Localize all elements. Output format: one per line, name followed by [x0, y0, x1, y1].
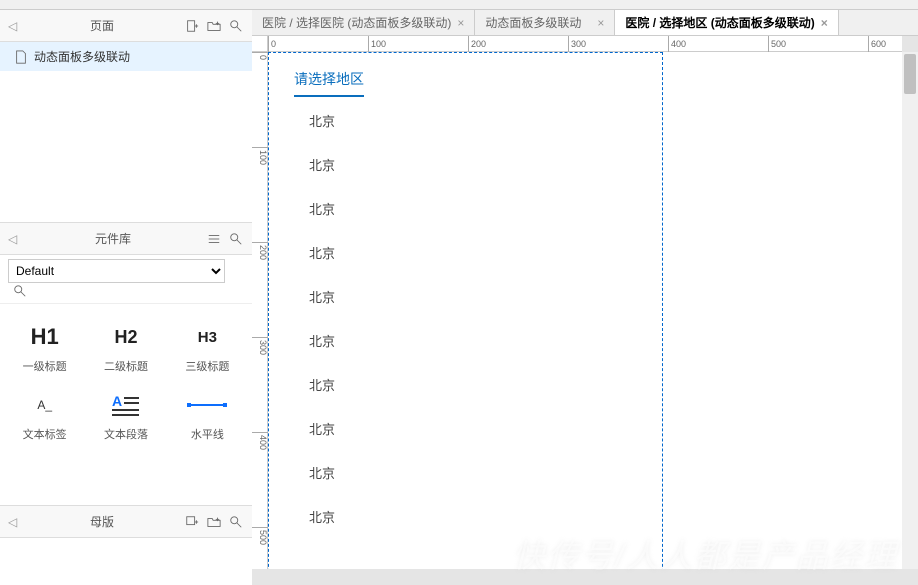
- ruler-tick: 0: [268, 36, 276, 52]
- ruler-tick: 0: [252, 52, 268, 60]
- ruler-corner: [252, 36, 268, 52]
- menu-icon[interactable]: [206, 231, 222, 247]
- widget-label: 水平线: [169, 426, 246, 442]
- ruler-tick: 400: [668, 36, 686, 52]
- search-icon[interactable]: [228, 514, 244, 530]
- region-list-item[interactable]: 北京: [309, 419, 335, 438]
- add-master-folder-icon[interactable]: [206, 514, 222, 530]
- ruler-tick: 100: [368, 36, 386, 52]
- region-list-item[interactable]: 北京: [309, 111, 335, 130]
- search-icon[interactable]: [228, 231, 244, 247]
- pages-panel-title: 页面: [20, 17, 184, 34]
- close-icon[interactable]: ×: [597, 16, 604, 30]
- add-page-icon[interactable]: [184, 18, 200, 34]
- tab-label: 动态面板多级联动: [485, 14, 581, 31]
- search-icon[interactable]: [12, 283, 28, 299]
- library-panel: ◁ 元件库 Default H1 一级标题H2 二级标题 H3 三级标题 A_ 文本标签 A 文…: [0, 222, 252, 505]
- ruler-tick: 300: [568, 36, 586, 52]
- library-selector-row: Default: [0, 255, 252, 304]
- widget-label: 二级标题: [87, 358, 164, 374]
- add-master-icon[interactable]: [184, 514, 200, 530]
- masters-panel-title: 母版: [20, 513, 184, 530]
- ruler-tick: 300: [252, 337, 268, 355]
- ruler-tick: 500: [768, 36, 786, 52]
- widget-h1[interactable]: H1 一级标题: [4, 314, 85, 382]
- top-format-toolbar: [0, 0, 918, 10]
- pages-tree: 动态面板多级联动: [0, 42, 252, 222]
- region-list-item[interactable]: 北京: [309, 199, 335, 218]
- tab-label: 医院 / 选择医院 (动态面板多级联动): [262, 14, 451, 31]
- widget-h3[interactable]: H3 三级标题: [167, 314, 248, 382]
- ruler-vertical[interactable]: 0 100 200 300 400 500: [252, 52, 268, 569]
- document-tab[interactable]: 动态面板多级联动 ×: [475, 10, 615, 35]
- widget-label: 一级标题: [6, 358, 83, 374]
- library-panel-header: ◁ 元件库: [0, 223, 252, 255]
- region-list-item[interactable]: 北京: [309, 155, 335, 174]
- document-tab[interactable]: 医院 / 选择医院 (动态面板多级联动) ×: [252, 10, 475, 35]
- design-canvas[interactable]: 请选择地区 北京北京北京北京北京北京北京北京北京北京: [268, 52, 902, 569]
- left-sidebar: ◁ 页面 动态面板多级联动 ◁ 元件库 Default: [0, 10, 252, 585]
- svg-text:A: A: [112, 394, 122, 409]
- collapse-icon[interactable]: ◁: [8, 232, 20, 246]
- widget-label: 文本标签: [6, 426, 83, 442]
- add-folder-icon[interactable]: [206, 18, 222, 34]
- document-tabs: 医院 / 选择医院 (动态面板多级联动)×动态面板多级联动×医院 / 选择地区 …: [252, 10, 918, 36]
- widget-label: 文本段落: [87, 426, 164, 442]
- main-layout: ◁ 页面 动态面板多级联动 ◁ 元件库 Default: [0, 10, 918, 585]
- search-icon[interactable]: [228, 18, 244, 34]
- widget-preview: A_: [6, 390, 83, 420]
- widget-preview: H2: [87, 322, 164, 352]
- page-tree-item[interactable]: 动态面板多级联动: [0, 42, 252, 71]
- masters-panel-header: ◁ 母版: [0, 506, 252, 538]
- ruler-tick: 200: [468, 36, 486, 52]
- scroll-thumb[interactable]: [904, 54, 916, 94]
- vertical-scrollbar[interactable]: [902, 52, 918, 569]
- collapse-icon[interactable]: ◁: [8, 515, 20, 529]
- widget-preview: H3: [169, 322, 246, 352]
- widget-hrule[interactable]: 水平线: [167, 382, 248, 450]
- library-panel-title: 元件库: [20, 230, 206, 247]
- library-select[interactable]: Default: [8, 259, 225, 283]
- region-list-item[interactable]: 北京: [309, 375, 335, 394]
- widgets-grid: H1 一级标题H2 二级标题 H3 三级标题 A_ 文本标签 A 文本段落水平线: [0, 304, 252, 460]
- widget-h2[interactable]: H2 二级标题: [85, 314, 166, 382]
- widget-preview: [169, 390, 246, 420]
- page-name: 动态面板多级联动: [34, 48, 130, 65]
- region-list-item[interactable]: 北京: [309, 463, 335, 482]
- masters-panel: ◁ 母版: [0, 505, 252, 585]
- ruler-tick: 400: [252, 432, 268, 450]
- widget-preview: A: [87, 390, 164, 420]
- ruler-tick: 100: [252, 147, 268, 165]
- widget-label: 三级标题: [169, 358, 246, 374]
- collapse-icon[interactable]: ◁: [8, 19, 20, 33]
- region-list-item[interactable]: 北京: [309, 243, 335, 262]
- region-list-item[interactable]: 北京: [309, 287, 335, 306]
- region-select-header[interactable]: 请选择地区: [294, 69, 364, 101]
- widget-textpara[interactable]: A 文本段落: [85, 382, 166, 450]
- region-list-item[interactable]: 北京: [309, 507, 335, 526]
- close-icon[interactable]: ×: [457, 16, 464, 30]
- dynamic-panel-selection[interactable]: 请选择地区 北京北京北京北京北京北京北京北京北京北京: [268, 52, 663, 569]
- editor-area: 医院 / 选择医院 (动态面板多级联动)×动态面板多级联动×医院 / 选择地区 …: [252, 10, 918, 585]
- ruler-horizontal[interactable]: 0 100 200 300 400 500 600: [268, 36, 902, 52]
- pages-panel-header: ◁ 页面: [0, 10, 252, 42]
- tab-label: 医院 / 选择地区 (动态面板多级联动): [625, 14, 814, 31]
- widget-textlabel[interactable]: A_ 文本标签: [4, 382, 85, 450]
- region-list-item[interactable]: 北京: [309, 331, 335, 350]
- ruler-tick: 500: [252, 527, 268, 545]
- ruler-tick: 600: [868, 36, 886, 52]
- document-tab[interactable]: 医院 / 选择地区 (动态面板多级联动) ×: [615, 10, 838, 35]
- close-icon[interactable]: ×: [821, 16, 828, 30]
- widget-preview: H1: [6, 322, 83, 352]
- page-icon: [14, 50, 28, 64]
- canvas-viewport: 0 100 200 300 400 500 600 0 100 200 300 400 500 请选择…: [252, 36, 918, 585]
- ruler-tick: 200: [252, 242, 268, 260]
